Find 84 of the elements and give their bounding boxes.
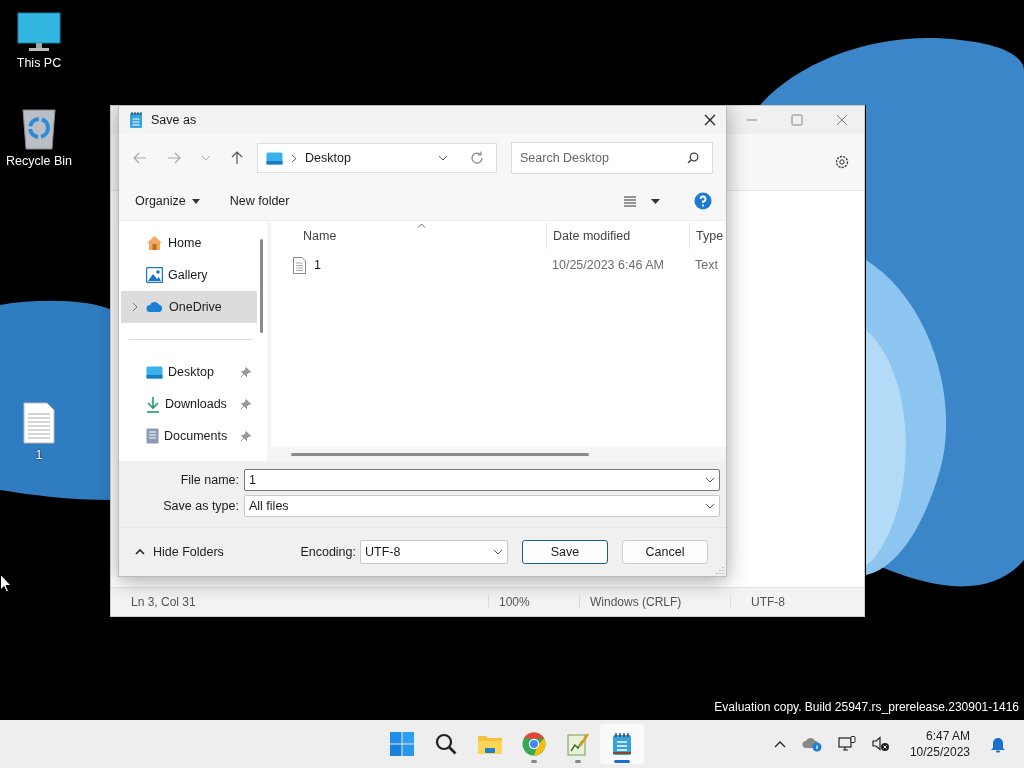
chevron-down-icon[interactable] — [438, 155, 448, 161]
save-button[interactable]: Save — [522, 540, 608, 564]
muted-speaker-icon[interactable] — [871, 736, 890, 752]
organize-button[interactable]: Organize — [127, 190, 208, 212]
desktop-icon-label[interactable]: This PC — [16, 56, 62, 70]
desktop-icon-label[interactable]: Recycle Bin — [6, 154, 72, 168]
help-icon[interactable] — [694, 192, 712, 210]
nav-item[interactable]: Downloads — [121, 388, 257, 420]
back-icon[interactable] — [133, 152, 147, 164]
download-icon — [146, 395, 160, 413]
nav-item[interactable]: OneDrive — [121, 291, 257, 323]
chevron-down-icon — [493, 549, 503, 555]
search-icon — [435, 733, 457, 755]
build-info-text: Evaluation copy. Build 25947.rs_prerelease.230901-1416 — [714, 700, 1019, 714]
new-folder-button[interactable]: New folder — [221, 190, 298, 212]
encoding-label: Encoding: — [300, 545, 356, 559]
chevron-right-icon[interactable] — [132, 302, 138, 312]
caret-icon — [191, 198, 200, 204]
status-text: Ln 3, Col 31 — [130, 595, 197, 609]
windows-logo-icon — [390, 732, 414, 756]
settings-icon[interactable] — [834, 154, 850, 170]
field-label: Save as type: — [162, 499, 239, 513]
date-cell-text: 10/25/2023 6:46 AM — [551, 258, 665, 272]
pin-icon[interactable] — [240, 398, 251, 410]
encoding-dropdown[interactable]: UTF-8 — [360, 540, 508, 564]
nav-item[interactable]: Gallery — [121, 259, 257, 291]
nav-item[interactable]: Home — [121, 227, 257, 259]
text-file-icon[interactable] — [23, 402, 55, 444]
desktop-icon-label[interactable]: 1 — [35, 448, 43, 462]
chevron-down-icon — [705, 477, 715, 483]
image-icon — [146, 267, 163, 283]
forward-icon[interactable] — [167, 152, 181, 164]
file-name-field[interactable]: 1 — [244, 469, 720, 491]
notepad-icon — [612, 732, 632, 756]
nav-item[interactable]: Documents — [121, 420, 257, 452]
text-file-icon — [293, 256, 306, 274]
folder-icon — [477, 733, 503, 755]
chevron-down-icon — [705, 503, 715, 509]
browser-icon — [522, 732, 546, 756]
column-header[interactable]: Date modified — [546, 223, 689, 249]
field-label: File name: — [179, 473, 239, 487]
house-icon — [146, 235, 163, 251]
recycle-bin-icon[interactable] — [21, 108, 57, 150]
scrollbar[interactable] — [260, 239, 263, 333]
column-header[interactable]: Name — [271, 223, 546, 249]
taskbar-app[interactable] — [600, 724, 644, 764]
file-type-dropdown[interactable]: All files — [244, 495, 720, 517]
view-list-icon[interactable] — [623, 195, 637, 207]
cancel-button[interactable]: Cancel — [622, 540, 708, 564]
clock[interactable]: 6:47 AM 10/25/2023 — [909, 728, 970, 760]
pin-icon[interactable] — [240, 430, 251, 442]
hide-folders-button[interactable]: Hide Folders — [129, 544, 230, 560]
close-icon[interactable] — [704, 114, 716, 126]
cloud-info-icon[interactable] — [801, 736, 822, 752]
caret-icon[interactable] — [651, 198, 660, 204]
dialog-title: Save as — [151, 113, 197, 127]
desktop-folder-icon — [266, 151, 283, 165]
chart-editor-icon — [567, 732, 589, 756]
network-icon[interactable] — [837, 736, 856, 752]
chevron-up-icon[interactable] — [773, 740, 786, 748]
type-cell-text: Text — [694, 258, 719, 272]
column-header[interactable]: Type — [689, 223, 726, 249]
status-text: 100% — [488, 595, 579, 609]
chevron-right-icon — [291, 153, 297, 163]
status-text: UTF-8 — [730, 595, 785, 609]
notepad-icon — [129, 111, 143, 129]
nav-item[interactable]: Desktop — [121, 356, 257, 388]
resize-grip-icon[interactable] — [716, 566, 724, 574]
status-text: Windows (CRLF) — [579, 595, 730, 609]
notification-bell-icon[interactable] — [990, 735, 1006, 753]
search-field[interactable]: Search Desktop — [511, 142, 713, 174]
pin-icon[interactable] — [240, 366, 251, 378]
chevron-up-icon — [135, 549, 145, 555]
cloud-icon — [146, 301, 164, 313]
up-arrow-icon[interactable] — [231, 151, 243, 165]
scrollbar[interactable] — [291, 453, 589, 456]
refresh-icon[interactable] — [470, 151, 484, 165]
address-bar[interactable]: Desktop — [257, 143, 497, 173]
monitor-icon[interactable] — [17, 12, 61, 52]
document-icon — [146, 428, 159, 444]
file-name[interactable]: 1 — [314, 258, 321, 272]
desktop-folder-icon — [146, 365, 163, 379]
maximize-icon[interactable] — [791, 114, 803, 126]
search-icon — [687, 152, 699, 164]
